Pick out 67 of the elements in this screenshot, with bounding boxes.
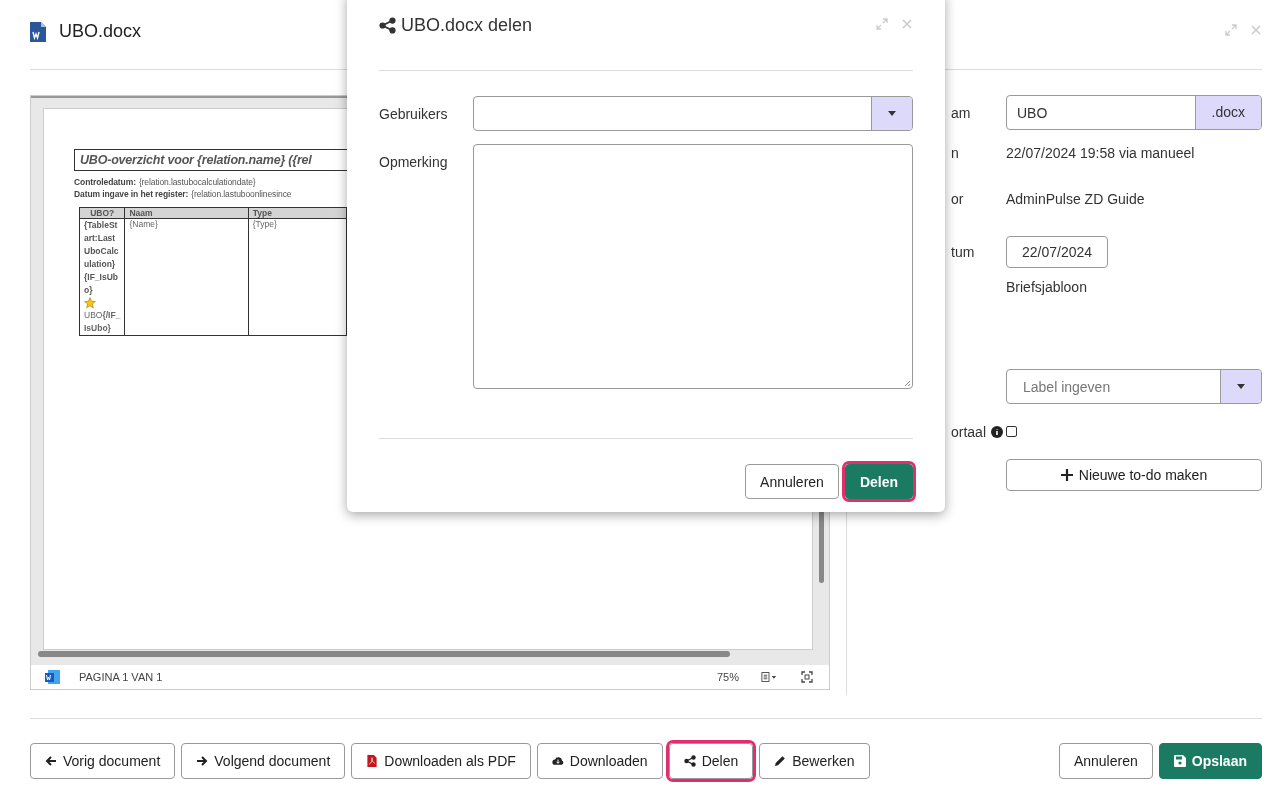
column-header: Type [252, 208, 272, 218]
info-icon[interactable] [991, 425, 1004, 438]
footer-button[interactable]: Opslaan [1158, 743, 1262, 779]
field-label: Gebruikers [379, 105, 449, 122]
arrow-left-icon [45, 755, 57, 767]
share-icon [379, 16, 396, 34]
new-todo-button[interactable]: Nieuwe to-do maken [1006, 459, 1262, 491]
field-label: Datum ingave in het register: [74, 189, 189, 199]
field-label: Controledatum: [74, 177, 136, 187]
expand-icon[interactable] [1225, 24, 1237, 36]
dialog-button[interactable]: Annuleren [745, 464, 839, 499]
caret-icon [888, 111, 896, 116]
footer-button[interactable]: Bewerken [759, 743, 870, 779]
footer-button[interactable]: Delen [668, 743, 754, 779]
footer-button[interactable]: Downloaden [536, 743, 663, 779]
filename-field[interactable]: UBO .docx [1006, 95, 1262, 130]
caret-icon [1237, 384, 1245, 389]
column-header: Naam [129, 208, 153, 218]
field-label: or [951, 191, 964, 207]
footer-button[interactable]: Vorig document [30, 743, 176, 779]
fullscreen-icon[interactable] [799, 671, 815, 683]
extension-label: .docx [1194, 96, 1261, 129]
table-cell: {Name} [129, 219, 158, 229]
field-label: tum [951, 243, 975, 260]
page-view-icon[interactable] [761, 671, 777, 683]
close-icon[interactable] [901, 18, 913, 30]
date-field[interactable]: 22/07/2024 [1006, 235, 1109, 268]
plus-icon [1060, 469, 1073, 481]
window-title: UBO.docx [59, 21, 142, 42]
pdf-icon [366, 755, 379, 767]
expand-icon[interactable] [876, 18, 888, 30]
zoom-level: 75% [716, 671, 739, 683]
table-cell-text: UBO{/IF_IsUbo} [84, 309, 121, 335]
document-heading: UBO-overzicht voor {relation.name} ({rel [74, 149, 347, 171]
field-value: AdminPulse ZD Guide [1006, 191, 1145, 207]
word-logo-icon [45, 669, 61, 685]
save-icon [1173, 755, 1186, 767]
users-select[interactable] [473, 96, 913, 131]
field-value: 22/07/2024 19:58 via manueel [1006, 145, 1195, 161]
field-label: Opmerking [379, 153, 449, 170]
footer-button[interactable]: Downloaden als PDF [351, 743, 531, 779]
scrollbar[interactable] [38, 651, 730, 657]
column-header: UBO? [90, 208, 115, 218]
table-cell-text: {TableStart:LastUboCalculation}{IF_IsUbo} [84, 219, 120, 297]
footer-button[interactable]: Annuleren [1058, 743, 1153, 779]
checkbox[interactable] [1006, 425, 1017, 437]
field-label: ortaal [951, 423, 987, 440]
field-label: n [951, 145, 959, 161]
field-value: Briefsjabloon [1006, 279, 1087, 295]
dialog-title: UBO.docx delen [401, 14, 533, 36]
comment-field[interactable] [473, 144, 913, 389]
resize-grip-icon[interactable] [903, 379, 911, 387]
star-icon [84, 297, 96, 309]
template-tag: {relation.lastubocalculationdate} [138, 177, 256, 187]
field-label: am [951, 104, 971, 121]
table-cell: {Type} [252, 219, 277, 229]
label-select[interactable]: Label ingeven [1006, 369, 1262, 404]
cloud-download-icon [551, 755, 564, 767]
word-document-icon [30, 21, 46, 42]
page-indicator: PAGINA 1 VAN 1 [79, 671, 163, 683]
pencil-icon [774, 755, 787, 767]
dialog-button[interactable]: Delen [844, 464, 913, 499]
share-icon [683, 755, 696, 767]
arrow-right-icon [196, 755, 209, 767]
template-tag: {relation.lastuboonlinesince [191, 189, 292, 199]
footer-button[interactable]: Volgend document [181, 743, 346, 779]
close-icon[interactable] [1250, 24, 1262, 36]
